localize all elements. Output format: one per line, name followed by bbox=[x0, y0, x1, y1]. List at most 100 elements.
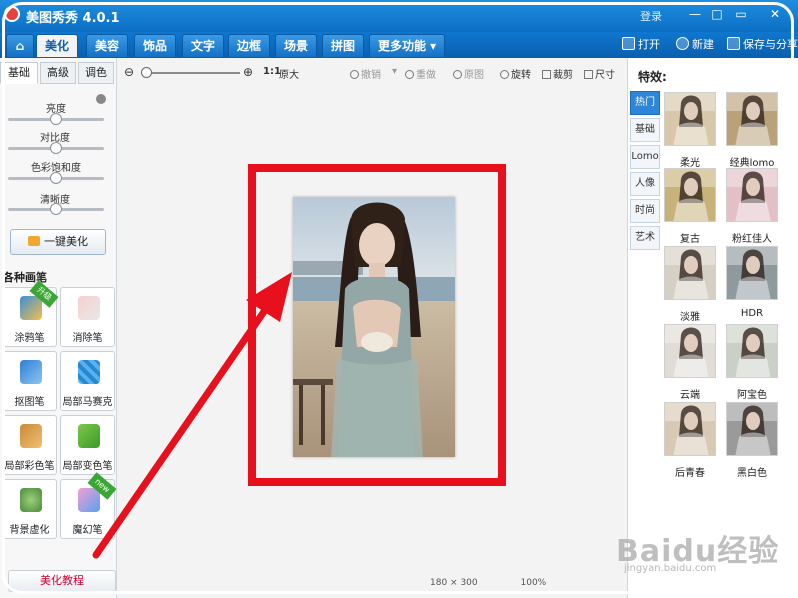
effect-thumb-10[interactable] bbox=[726, 402, 778, 456]
brush-color-change-label: 局部变色笔 bbox=[62, 461, 113, 472]
effect-thumb-1[interactable] bbox=[664, 92, 716, 146]
saturation-slider[interactable] bbox=[8, 172, 104, 184]
effect-label-2: 经典lomo bbox=[729, 158, 775, 169]
brush-doodle-label: 涂鸦笔 bbox=[14, 333, 45, 344]
subtab-basic[interactable]: 基础 bbox=[0, 62, 38, 84]
reset-original-button[interactable]: 原图 bbox=[453, 66, 484, 81]
tab-collage[interactable]: 拼图 bbox=[322, 34, 365, 57]
rotate-button[interactable]: 旋转 bbox=[500, 66, 531, 81]
tab-more[interactable]: 更多功能 ▾ bbox=[369, 34, 446, 57]
effect-label-3: 复古 bbox=[680, 234, 700, 245]
category-art[interactable]: 艺术 bbox=[630, 226, 660, 250]
effect-label-6: HDR bbox=[740, 308, 764, 319]
tab-face[interactable]: 美容 bbox=[86, 34, 129, 57]
mosaic-icon bbox=[78, 360, 100, 384]
open-label: 打开 bbox=[638, 38, 660, 51]
zoom-knob[interactable] bbox=[141, 67, 152, 78]
zoom-in-icon[interactable]: ⊕ bbox=[243, 65, 253, 79]
tab-text[interactable]: 文字 bbox=[182, 34, 225, 57]
contrast-slider[interactable] bbox=[8, 142, 104, 154]
crop-label: 裁剪 bbox=[553, 70, 573, 81]
paintbrush-icon bbox=[20, 424, 42, 448]
app-title: 美图秀秀 4.0.1 bbox=[26, 11, 120, 26]
original-size-button[interactable]: 原大 bbox=[279, 66, 299, 81]
redo-label: 重做 bbox=[416, 70, 436, 81]
effect-thumb-4[interactable] bbox=[726, 168, 778, 222]
save-share-button[interactable]: 保存与分享 bbox=[727, 36, 798, 54]
open-button[interactable]: 打开 bbox=[622, 36, 660, 54]
effect-label-5: 淡雅 bbox=[680, 312, 700, 323]
tutorial-button[interactable]: 美化教程 bbox=[8, 570, 116, 592]
effect-thumb-5[interactable] bbox=[664, 246, 716, 300]
effect-thumb-7[interactable] bbox=[664, 324, 716, 378]
blur-icon bbox=[20, 488, 42, 512]
undo-icon bbox=[350, 70, 359, 79]
tab-beautify[interactable]: 美化 bbox=[36, 34, 79, 57]
effect-thumb-9[interactable] bbox=[664, 402, 716, 456]
left-panel: 基础 高级 调色 亮度 对比度 色彩饱和度 清晰度 一键美化 各种画笔 升级 涂… bbox=[0, 58, 117, 598]
brightness-slider[interactable] bbox=[8, 113, 104, 125]
contrast-knob[interactable] bbox=[50, 142, 62, 154]
tab-scene[interactable]: 场景 bbox=[275, 34, 318, 57]
brush-local-color-label: 局部彩色笔 bbox=[4, 461, 55, 472]
undo-button[interactable]: 撤销 bbox=[350, 66, 381, 81]
new-button[interactable]: 新建 bbox=[676, 36, 714, 54]
category-lomo[interactable]: Lomo bbox=[630, 145, 660, 169]
brush-magic[interactable]: new 魔幻笔 bbox=[60, 472, 117, 539]
tab-accessories[interactable]: 饰品 bbox=[134, 34, 177, 57]
brush-doodle[interactable]: 升级 涂鸦笔 bbox=[2, 280, 59, 347]
brush-bg-blur[interactable]: 背景虚化 bbox=[2, 479, 57, 539]
effect-thumb-6[interactable] bbox=[726, 246, 778, 300]
maximize-icon[interactable]: □ bbox=[708, 6, 726, 22]
zoom-slider[interactable] bbox=[146, 72, 240, 74]
redo-button[interactable]: 重做 bbox=[405, 66, 436, 81]
one-key-beautify-button[interactable]: 一键美化 bbox=[10, 229, 106, 255]
subtab-color[interactable]: 调色 bbox=[78, 62, 114, 84]
redo-icon bbox=[405, 70, 414, 79]
save-label: 保存与分享 bbox=[743, 38, 798, 51]
tab-home[interactable]: ⌂ bbox=[6, 34, 34, 57]
effect-thumb-2[interactable] bbox=[726, 92, 778, 146]
category-portrait[interactable]: 人像 bbox=[630, 172, 660, 196]
brush-color-change[interactable]: 局部变色笔 bbox=[60, 415, 115, 475]
subtab-advanced[interactable]: 高级 bbox=[40, 62, 76, 84]
zoom-out-icon[interactable]: ⊖ bbox=[124, 65, 134, 79]
crop-button[interactable]: 裁剪 bbox=[542, 66, 573, 81]
resize-button[interactable]: 尺寸 bbox=[584, 66, 615, 81]
effect-thumb-3[interactable] bbox=[664, 168, 716, 222]
save-icon bbox=[727, 37, 740, 50]
sharpness-slider[interactable] bbox=[8, 203, 104, 215]
brush-cutout[interactable]: 抠图笔 bbox=[2, 351, 57, 411]
reset-icon[interactable] bbox=[96, 94, 106, 104]
minimize-icon[interactable]: — bbox=[686, 6, 704, 22]
close-icon[interactable]: ✕ bbox=[766, 6, 784, 22]
resize-icon bbox=[584, 70, 593, 79]
magic-wand-icon bbox=[78, 488, 100, 512]
brush-magic-label: 魔幻笔 bbox=[72, 525, 103, 536]
brightness-knob[interactable] bbox=[50, 113, 62, 125]
sharpness-knob[interactable] bbox=[50, 203, 62, 215]
category-fashion[interactable]: 时尚 bbox=[630, 199, 660, 223]
effect-thumb-8[interactable] bbox=[726, 324, 778, 378]
image-dimensions: 180 × 300 bbox=[430, 578, 478, 588]
zoom-level: 100% bbox=[520, 578, 547, 588]
tab-frame[interactable]: 边框 bbox=[228, 34, 271, 57]
reset-original-icon bbox=[453, 70, 462, 79]
category-hot[interactable]: 热门 bbox=[630, 91, 660, 115]
rotate-icon bbox=[500, 70, 509, 79]
login-link[interactable]: 登录 bbox=[640, 8, 662, 24]
new-label: 新建 bbox=[692, 38, 714, 51]
saturation-knob[interactable] bbox=[50, 172, 62, 184]
restore-icon[interactable]: ▭ bbox=[732, 6, 750, 22]
brush-mosaic[interactable]: 局部马赛克 bbox=[60, 351, 115, 411]
brush-local-color[interactable]: 局部彩色笔 bbox=[2, 415, 57, 475]
reset-original-label: 原图 bbox=[464, 70, 484, 81]
plus-icon bbox=[676, 37, 689, 50]
undo-dropdown-icon[interactable]: ▾ bbox=[392, 66, 397, 77]
app-window: 美图秀秀 4.0.1 登录 — □ ▭ ✕ ⌂ 美化 美容 饰品 文字 边框 场… bbox=[0, 0, 798, 598]
brush-eraser[interactable]: 消除笔 bbox=[60, 287, 115, 347]
color-bucket-icon bbox=[78, 424, 100, 448]
crop-icon bbox=[542, 70, 551, 79]
category-basic[interactable]: 基础 bbox=[630, 118, 660, 142]
brush-eraser-label: 消除笔 bbox=[72, 333, 103, 344]
